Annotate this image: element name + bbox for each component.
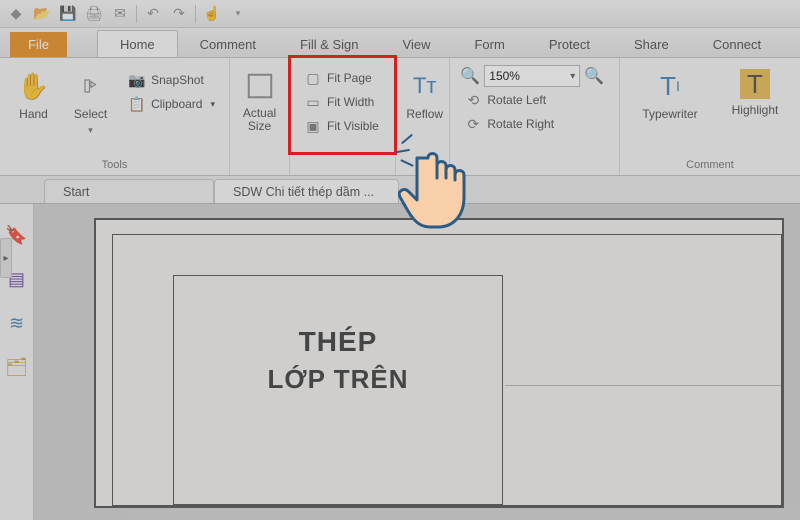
undo-icon[interactable]: ↶ bbox=[143, 4, 163, 24]
tab-fill-sign[interactable]: Fill & Sign bbox=[278, 31, 381, 57]
highlight-label: Highlight bbox=[732, 103, 779, 117]
fit-visible-button[interactable]: ▣ Fit Visible bbox=[300, 115, 383, 137]
layers-panel-icon[interactable]: ≋ bbox=[6, 312, 28, 334]
fit-page-icon: ▢ bbox=[304, 69, 322, 87]
reflow-label: Reflow bbox=[406, 107, 443, 121]
hand-icon: ✋ bbox=[17, 69, 51, 103]
rotate-right-button[interactable]: ⟳ Rotate Right bbox=[460, 113, 604, 135]
typewriter-label: Typewriter bbox=[642, 107, 697, 121]
group-tools: ✋ Hand Select ▾ 📷 SnapShot 📋 Clipboard ▾ bbox=[0, 58, 230, 175]
zoom-out-icon[interactable]: 🔍 bbox=[460, 66, 480, 86]
mail-icon[interactable]: ✉ bbox=[110, 4, 130, 24]
zoom-in-icon[interactable]: 🔍 bbox=[584, 66, 604, 86]
attachments-panel-icon[interactable]: 🗂 bbox=[6, 356, 28, 378]
page-viewport[interactable]: THÉP LỚP TRÊN bbox=[34, 204, 800, 520]
drawing-frame: THÉP LỚP TRÊN bbox=[112, 234, 782, 506]
doc-tab-start[interactable]: Start bbox=[44, 179, 214, 203]
rotate-right-label: Rotate Right bbox=[487, 117, 554, 131]
actual-size-label: Actual Size bbox=[243, 107, 276, 133]
actual-size-button[interactable]: Actual Size bbox=[240, 63, 279, 133]
ribbon-tabstrip: File Home Comment Fill & Sign View Form … bbox=[0, 28, 800, 58]
tab-protect[interactable]: Protect bbox=[527, 31, 612, 57]
hand-tool-button[interactable]: ✋ Hand bbox=[10, 63, 57, 121]
fit-visible-icon: ▣ bbox=[304, 117, 322, 135]
print-icon[interactable]: 🖨 bbox=[84, 4, 104, 24]
fit-visible-label: Fit Visible bbox=[327, 119, 379, 133]
group-actual-size: Actual Size bbox=[230, 58, 290, 175]
reflow-button[interactable]: Tᴛ Reflow bbox=[406, 63, 443, 121]
chevron-down-icon: ▾ bbox=[88, 125, 93, 136]
sidebar-collapse-handle[interactable]: ▸ bbox=[0, 238, 12, 278]
fit-width-label: Fit Width bbox=[327, 95, 374, 109]
tab-connect[interactable]: Connect bbox=[691, 31, 783, 57]
redo-icon[interactable]: ↷ bbox=[169, 4, 189, 24]
rotate-left-button[interactable]: ⟲ Rotate Left bbox=[460, 89, 604, 111]
quick-access-toolbar: ◆ 📂 💾 🖨 ✉ ↶ ↷ ☝ ▾ bbox=[0, 0, 800, 28]
doc-tab-sdw[interactable]: SDW Chi tiết thép dầm ... bbox=[214, 179, 399, 203]
zoom-value: 150% bbox=[489, 69, 520, 83]
title-line-1: THÉP bbox=[299, 326, 378, 358]
file-tab[interactable]: File bbox=[10, 32, 67, 57]
highlight-button[interactable]: T Highlight bbox=[720, 63, 790, 117]
clipboard-button[interactable]: 📋 Clipboard ▾ bbox=[124, 93, 219, 115]
cursor-hand-illustration bbox=[398, 140, 488, 240]
group-comment: TI Typewriter T Highlight Comment bbox=[620, 58, 800, 175]
snapshot-label: SnapShot bbox=[151, 73, 204, 87]
rotate-left-icon: ⟲ bbox=[464, 91, 482, 109]
open-icon[interactable]: 📂 bbox=[32, 4, 52, 24]
click-lines bbox=[400, 134, 440, 174]
fit-page-label: Fit Page bbox=[327, 71, 372, 85]
chevron-down-icon: ▾ bbox=[210, 99, 215, 110]
nav-sidebar: 🔖 ▤ ≋ 🗂 ▸ bbox=[0, 204, 34, 520]
group-label: Comment bbox=[630, 157, 790, 173]
workspace: 🔖 ▤ ≋ 🗂 ▸ THÉP LỚP TRÊN bbox=[0, 204, 800, 520]
fit-width-button[interactable]: ▭ Fit Width bbox=[300, 91, 383, 113]
highlight-icon: T bbox=[740, 69, 770, 99]
select-icon bbox=[74, 69, 108, 103]
tab-home[interactable]: Home bbox=[97, 30, 178, 57]
fit-width-icon: ▭ bbox=[304, 93, 322, 111]
save-icon[interactable]: 💾 bbox=[58, 4, 78, 24]
zoom-select[interactable]: 150% ▾ bbox=[484, 65, 580, 87]
fit-page-button[interactable]: ▢ Fit Page bbox=[300, 67, 383, 89]
clipboard-label: Clipboard bbox=[151, 97, 202, 111]
actual-size-icon bbox=[243, 69, 277, 103]
rotate-left-label: Rotate Left bbox=[487, 93, 546, 107]
camera-icon: 📷 bbox=[128, 71, 146, 89]
group-fit: ▢ Fit Page ▭ Fit Width ▣ Fit Visible bbox=[290, 58, 396, 175]
rotate-right-icon: ⟳ bbox=[464, 115, 482, 133]
typewriter-button[interactable]: TI Typewriter bbox=[630, 63, 710, 121]
app-logo-icon: ◆ bbox=[6, 4, 26, 24]
select-tool-button[interactable]: Select ▾ bbox=[67, 63, 114, 136]
typewriter-icon: TI bbox=[653, 69, 687, 103]
chevron-down-icon: ▾ bbox=[570, 71, 575, 82]
select-label: Select bbox=[74, 107, 107, 121]
tab-comment[interactable]: Comment bbox=[178, 31, 278, 57]
hand-label: Hand bbox=[19, 107, 48, 121]
separator bbox=[136, 5, 137, 23]
group-label: Tools bbox=[10, 157, 219, 173]
grid-line bbox=[505, 385, 781, 386]
separator bbox=[195, 5, 196, 23]
tab-form[interactable]: Form bbox=[452, 31, 526, 57]
title-block: THÉP LỚP TRÊN bbox=[173, 275, 503, 505]
clipboard-icon: 📋 bbox=[128, 95, 146, 113]
reflow-icon: Tᴛ bbox=[408, 69, 442, 103]
qat-dropdown-icon[interactable]: ▾ bbox=[228, 4, 248, 24]
tab-view[interactable]: View bbox=[381, 31, 453, 57]
snapshot-button[interactable]: 📷 SnapShot bbox=[124, 69, 219, 91]
tab-share[interactable]: Share bbox=[612, 31, 691, 57]
touch-mode-icon[interactable]: ☝ bbox=[202, 4, 222, 24]
title-line-2: LỚP TRÊN bbox=[268, 364, 409, 395]
document-page: THÉP LỚP TRÊN bbox=[94, 218, 784, 508]
